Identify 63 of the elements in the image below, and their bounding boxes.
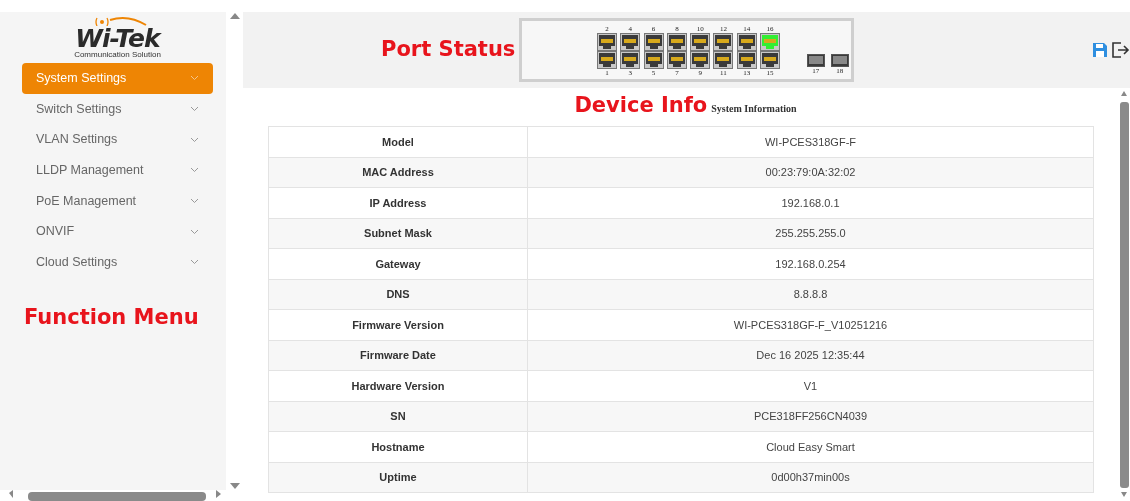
field-label: Gateway — [268, 248, 528, 279]
field-value: WI-PCES318GF-F — [527, 126, 1094, 157]
chevron-down-icon — [190, 106, 199, 113]
field-value: 8.8.8.8 — [527, 279, 1094, 310]
field-label: IP Address — [268, 187, 528, 218]
ethernet-port-icon[interactable] — [597, 51, 617, 69]
field-value: 00:23:79:0A:32:02 — [527, 157, 1094, 188]
section-title: System Information — [711, 102, 797, 116]
field-value: V1 — [527, 370, 1094, 401]
ethernet-port-icon[interactable] — [666, 51, 687, 69]
ethernet-port-icon[interactable] — [690, 33, 711, 51]
field-value: PCE318FF256CN4039 — [527, 401, 1094, 432]
field-label: Subnet Mask — [268, 218, 528, 249]
menu-item[interactable]: LLDP Management — [22, 155, 213, 186]
annotation-label: Function Menu — [24, 303, 200, 331]
ethernet-port-icon[interactable] — [597, 33, 617, 51]
field-value: Cloud Easy Smart — [527, 431, 1094, 462]
field-value: WI-PCES318GF-F_V10251216 — [527, 309, 1094, 340]
save-icon[interactable] — [1092, 42, 1108, 58]
annotation-label: Port Status — [381, 36, 516, 64]
field-label: MAC Address — [268, 157, 528, 188]
field-value: Dec 16 2025 12:35:44 — [527, 340, 1094, 371]
field-value: 192.168.0.1 — [527, 187, 1094, 218]
ethernet-port-icon[interactable] — [643, 33, 664, 51]
menu-item[interactable]: ONVIF — [22, 216, 213, 248]
chevron-down-icon — [190, 136, 199, 143]
annotation-label: Device Info — [574, 92, 708, 119]
field-label: Firmware Version — [268, 309, 528, 340]
field-label: SN — [268, 401, 528, 432]
field-label: Model — [268, 126, 528, 157]
field-value: 0d00h37min00s — [527, 462, 1094, 493]
ethernet-port-icon[interactable] — [690, 51, 711, 69]
logo: Wi-Tek Communication Solution — [74, 16, 161, 59]
menu-item[interactable]: Cloud Settings — [22, 247, 213, 278]
field-label: Hardware Version — [268, 370, 528, 401]
field-label: Uptime — [268, 462, 528, 493]
logout-icon[interactable] — [1112, 42, 1130, 58]
menu-item[interactable]: PoE Management — [22, 185, 213, 217]
field-label: DNS — [268, 279, 528, 310]
ethernet-port-icon[interactable] — [666, 33, 687, 51]
field-label: Hostname — [268, 431, 528, 462]
chevron-down-icon — [190, 75, 199, 82]
chevron-down-icon — [190, 228, 199, 235]
ethernet-port-icon[interactable] — [736, 33, 757, 51]
ethernet-port-icon[interactable] — [760, 51, 781, 69]
chevron-down-icon — [190, 259, 199, 266]
scroll-down-icon[interactable] — [229, 482, 240, 490]
menu-item[interactable]: VLAN Settings — [22, 124, 213, 156]
ethernet-port-icon[interactable] — [620, 33, 641, 51]
ethernet-port-icon[interactable] — [643, 51, 664, 69]
sfp-port-icon[interactable] — [806, 53, 825, 67]
scroll-up-icon[interactable] — [229, 12, 240, 20]
ethernet-port-icon[interactable] — [713, 51, 734, 69]
menu-item[interactable]: Switch Settings — [22, 93, 213, 125]
ethernet-port-icon[interactable] — [736, 51, 757, 69]
field-value: 255.255.255.0 — [527, 218, 1094, 249]
field-label: Firmware Date — [268, 340, 528, 371]
field-value: 192.168.0.254 — [527, 248, 1094, 279]
ethernet-port-icon[interactable] — [620, 51, 641, 69]
sfp-port-icon[interactable] — [830, 53, 849, 67]
chevron-down-icon — [190, 167, 199, 174]
ethernet-port-icon[interactable] — [713, 33, 734, 51]
chevron-down-icon — [190, 198, 199, 205]
